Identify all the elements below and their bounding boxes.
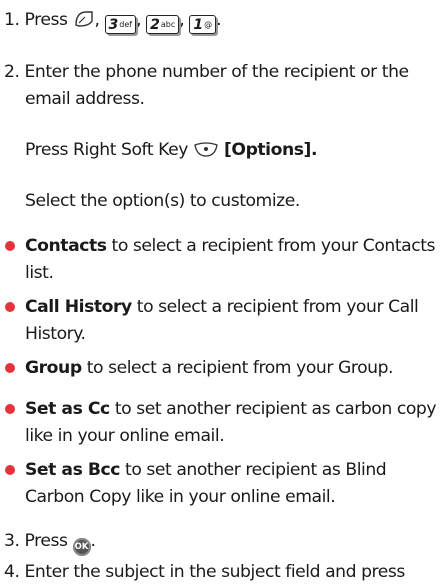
select-option-text: Select the option(s) to customize. [25,191,300,211]
message-soft-key-icon [73,9,95,35]
step-1-text: 1. Press [4,10,68,30]
bullet-call-history: Call History to select a recipient from … [25,297,419,317]
bullet-set-as-bcc-line-2: Carbon Copy like in your online email. [25,487,336,507]
bullet-set-as-cc: Set as Cc to set another recipient as ca… [25,399,437,419]
bullet-dot [5,363,15,373]
bullet-contacts-line-2: list. [25,263,54,283]
bullet-set-as-bcc: Set as Bcc to set another recipient as B… [25,460,387,480]
options-instruction: Press Right Soft Key [Options]. [25,139,317,165]
step-1: 1. Press , 3def, 2abc, 1@. [4,9,222,35]
step-2-line-2: email address. [25,89,145,109]
bullet-set-as-cc-line-2: like in your online email. [25,426,225,446]
manual-page: 1. Press , 3def, 2abc, 1@. 2. Enter the … [0,0,444,587]
step-2-line-1: 2. Enter the phone number of the recipie… [4,62,409,82]
step-4-line-1: 4. Enter the subject in the subject fiel… [4,562,405,582]
bullet-group: Group to select a recipient from your Gr… [25,358,394,378]
step-3: 3. Press OK. [4,530,96,556]
ok-key-icon: OK [72,538,91,556]
options-label: [Options]. [224,140,318,160]
key-3: 3def [104,15,137,34]
bullet-contacts: Contacts to select a recipient from your… [25,236,436,256]
key-2: 2abc [146,15,180,34]
bullet-call-history-line-2: History. [25,324,86,344]
step-3-text: 3. Press [4,531,68,551]
bullet-dot [5,241,15,251]
bullet-dot [5,465,15,475]
bullet-dot [5,302,15,312]
key-1: 1@ [189,15,217,34]
right-soft-key-icon [193,139,219,165]
bullet-dot [5,404,15,414]
options-instruction-text: Press Right Soft Key [25,140,188,160]
